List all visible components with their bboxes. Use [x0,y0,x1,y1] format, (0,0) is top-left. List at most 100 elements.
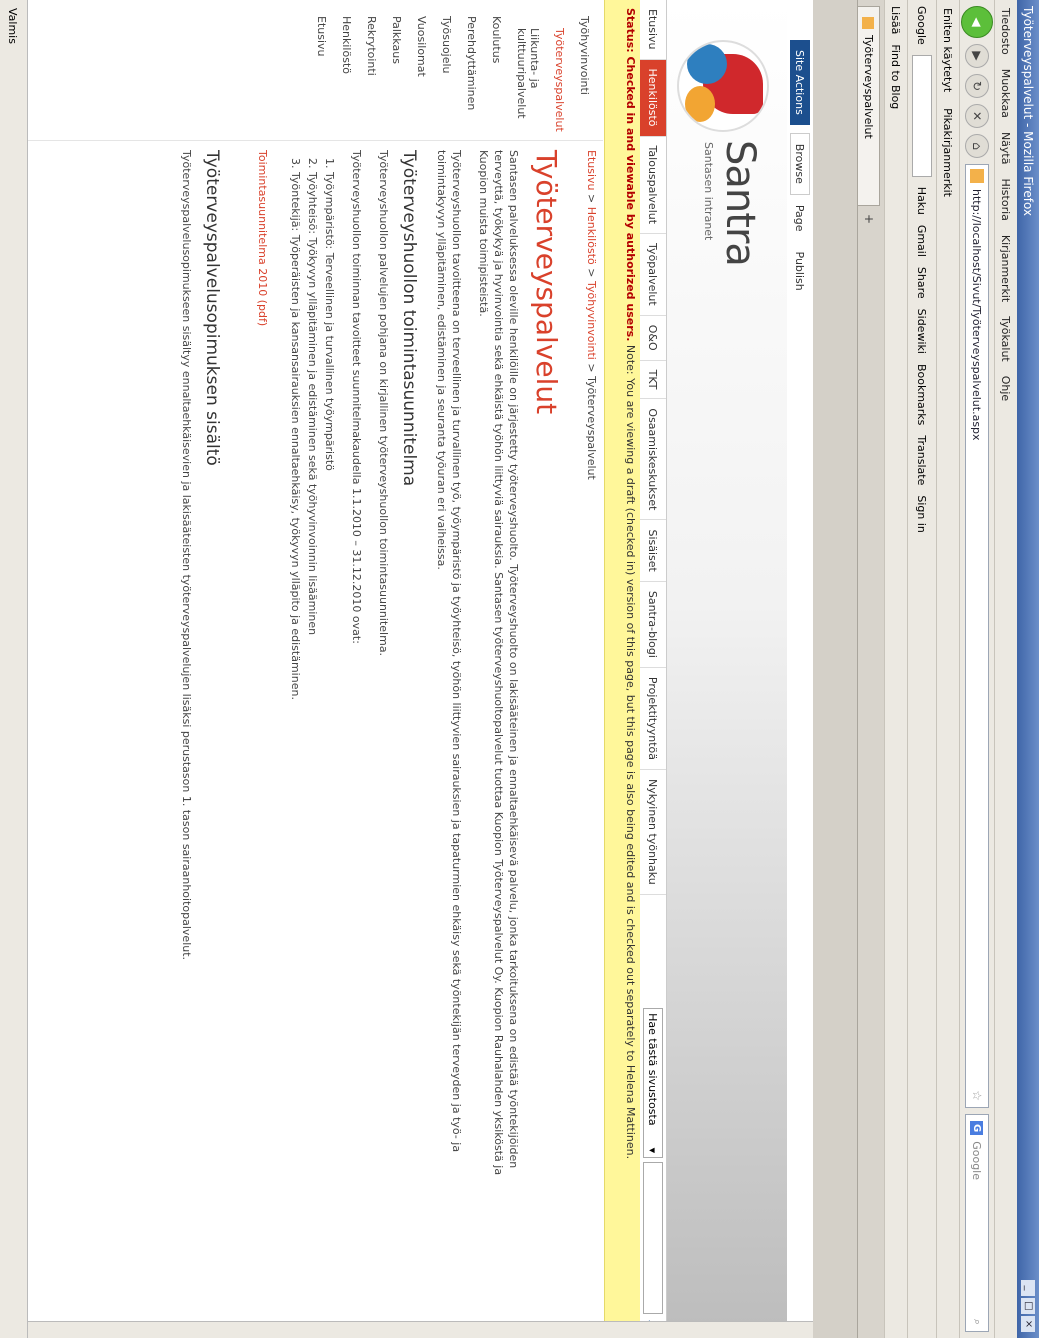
home-icon: ⌂ [970,142,984,150]
back-arrow-icon: ◀ [970,17,984,27]
minimize-button[interactable]: _ [1021,1280,1035,1296]
tab-strip: Työterveyspalvelut + [857,0,884,1338]
ribbon-tab-publish[interactable]: Publish [794,242,807,301]
site-header: Santra Santasen intranet [667,0,787,1338]
breadcrumb-separator: > [585,190,598,207]
google-toolbar-input[interactable] [912,54,932,177]
menu-file[interactable]: Tiedosto [1000,8,1013,55]
contract-paragraph: Työterveyspalvelusopimukseen sisältyy en… [180,150,193,961]
status-text: Valmis [6,8,20,44]
breadcrumb-level1[interactable]: Henkilöstö [585,207,598,265]
breadcrumb-current: Työterveyspalvelut [585,376,598,480]
page-title: Työterveyspalvelut [530,150,563,415]
bookmark-star-icon[interactable]: ☆ [970,1084,984,1107]
chevron-down-icon: ▾ [646,1147,660,1154]
leftnav-item-vuosilomat[interactable]: Vuosilomat [409,0,434,140]
title-bar: Työterveyspalvelut - Mozilla Firefox _ □… [1017,0,1039,1338]
tab-tyoterveyspalvelut[interactable]: Työterveyspalvelut [858,6,880,206]
leftnav-item-liikunta[interactable]: Liikunta- ja kulttuuripalvelut [509,0,547,140]
close-button[interactable]: × [1021,1316,1035,1332]
list-item: Työyhteisö: Työkyvyn ylläpitäminen ja ed… [305,172,320,1280]
google-toolbar-signin[interactable]: Sign in [916,495,929,533]
topnav-tkt[interactable]: TKT [640,360,666,400]
google-toolbar-share[interactable]: Share [916,267,929,299]
forward-button[interactable]: ▶ [965,44,989,68]
status-notice: Status: Checked in and viewable by autho… [604,0,640,1338]
url-text: http://localhost/Sivut/Työterveyspalvelu… [970,189,984,441]
left-navigation: Työhyvinvointi Työterveyspalvelut Liikun… [17,0,603,141]
google-toolbar-bookmarks[interactable]: Bookmarks [916,364,929,425]
google-toolbar-gmail[interactable]: Gmail [916,225,929,257]
search-scope-select[interactable]: Hae tästä sivustosta ▾ [643,1008,663,1159]
leftnav-item-rekrytointi[interactable]: Rekrytointi [359,0,384,140]
topnav-tyonhaku[interactable]: Nykyinen työnhaku [640,770,666,895]
sharepoint-ribbon: Site Actions Browse Page Publish [786,0,813,1338]
topnav-santra-blogi[interactable]: Santra-blogi [640,581,666,668]
leftnav-item-tyohyvinvointi[interactable]: Työhyvinvointi [572,0,597,140]
leftnav-item-perehdyttaminen[interactable]: Perehdyttäminen [459,0,484,140]
google-toolbar-search[interactable]: Haku [916,187,929,215]
google-toolbar-sidewiki[interactable]: Sidewiki [916,309,929,354]
logo-blue-shape [687,44,727,84]
addon-add[interactable]: Lisää [890,6,903,34]
bookmark-most-visited[interactable]: Eniten käytetyt [942,8,955,92]
menu-tools[interactable]: Työkalut [1000,316,1013,362]
menu-bookmarks[interactable]: Kirjanmerkit [1000,235,1013,302]
google-toolbar-translate[interactable]: Translate [916,435,929,485]
breadcrumb-root[interactable]: Etusivu [585,150,598,191]
menu-history[interactable]: Historia [1000,178,1013,220]
maximize-button[interactable]: □ [1021,1298,1035,1314]
topnav-tyopalvelut[interactable]: Työpalvelut [640,234,666,316]
new-tab-button[interactable]: + [862,214,876,224]
reload-icon: ↻ [970,80,984,92]
brand-name: Santra [717,140,763,266]
notice-status: Status: Checked in and viewable by autho… [624,8,637,342]
list-item: Työympäristö: Terveellinen ja turvalline… [322,172,337,1280]
targets-list: Työympäristö: Terveellinen ja turvalline… [288,172,337,1280]
vertical-scrollbar[interactable] [28,1321,813,1338]
forward-arrow-icon: ▶ [970,51,984,61]
navigation-toolbar: ◀ ▶ ↻ ✕ ⌂ http://localhost/Sivut/Työterv… [959,0,994,1338]
back-button[interactable]: ◀ [961,6,993,38]
reload-button[interactable]: ↻ [965,74,989,98]
leftnav-item-henkilosto[interactable]: Henkilöstö [334,0,359,140]
topnav-sisaiset[interactable]: Sisäiset [640,520,666,582]
topnav-etusivu[interactable]: Etusivu [640,0,666,60]
topnav-oo[interactable]: O&O [640,315,666,361]
bookmark-quick[interactable]: Pikakirjanmerkit [942,108,955,197]
menu-view[interactable]: Näytä [1000,132,1013,165]
home-button[interactable]: ⌂ [965,134,989,158]
topnav-henkilosto[interactable]: Henkilöstö [640,59,666,137]
pdf-link[interactable]: Toimintasuunnitelma 2010 (pdf) [255,150,270,1280]
addon-find-to-blog[interactable]: Find to Blog [890,44,903,109]
leftnav-item-koulutus[interactable]: Koulutus [484,0,509,140]
menu-edit[interactable]: Muokkaa [1000,69,1013,118]
section-heading-plan: Työterveyshuollon toimintasuunnitelma [399,150,419,487]
leftnav-item-tyosuojelu[interactable]: Työsuojelu [434,0,459,140]
search-box[interactable]: G Google ⌕ [965,1114,989,1332]
ribbon-tab-browse[interactable]: Browse [790,132,810,195]
stop-button[interactable]: ✕ [965,104,989,128]
leftnav-item-palkkaus[interactable]: Palkkaus [384,0,409,140]
tab-label: Työterveyspalvelut [862,35,875,139]
topnav-projektit[interactable]: Projektityyntöä [640,667,666,771]
breadcrumb-level2[interactable]: Työhyvinvointi [585,281,598,360]
santra-logo[interactable] [677,40,769,132]
tab-favicon-icon [862,17,875,29]
leftnav-item-tyoterveyspalvelut[interactable]: Työterveyspalvelut [547,0,572,140]
plan-paragraph: Työterveyshuollon palvelujen pohjana on … [377,150,390,657]
search-magnifier-icon[interactable]: ⌕ [970,1319,984,1331]
breadcrumb-separator: > [585,264,598,281]
menu-help[interactable]: Ohje [1000,376,1013,401]
status-bar: Valmis [0,0,28,1338]
ribbon-tab-page[interactable]: Page [794,195,807,242]
site-search-input[interactable] [643,1162,663,1315]
google-toolbar: Google Haku Gmail Share Sidewiki Bookmar… [907,0,936,1338]
topnav-talouspalvelut[interactable]: Talouspalvelut [640,136,666,235]
site-actions-button[interactable]: Site Actions [790,40,810,125]
page-content: Site Actions Browse Page Publish Santra … [17,0,813,1338]
leftnav-item-etusivu[interactable]: Etusivu [309,0,334,140]
address-bar[interactable]: http://localhost/Sivut/Työterveyspalvelu… [965,164,989,1108]
topnav-osaamiskeskukset[interactable]: Osaamiskeskukset [640,399,666,521]
site-favicon-icon [970,169,984,183]
